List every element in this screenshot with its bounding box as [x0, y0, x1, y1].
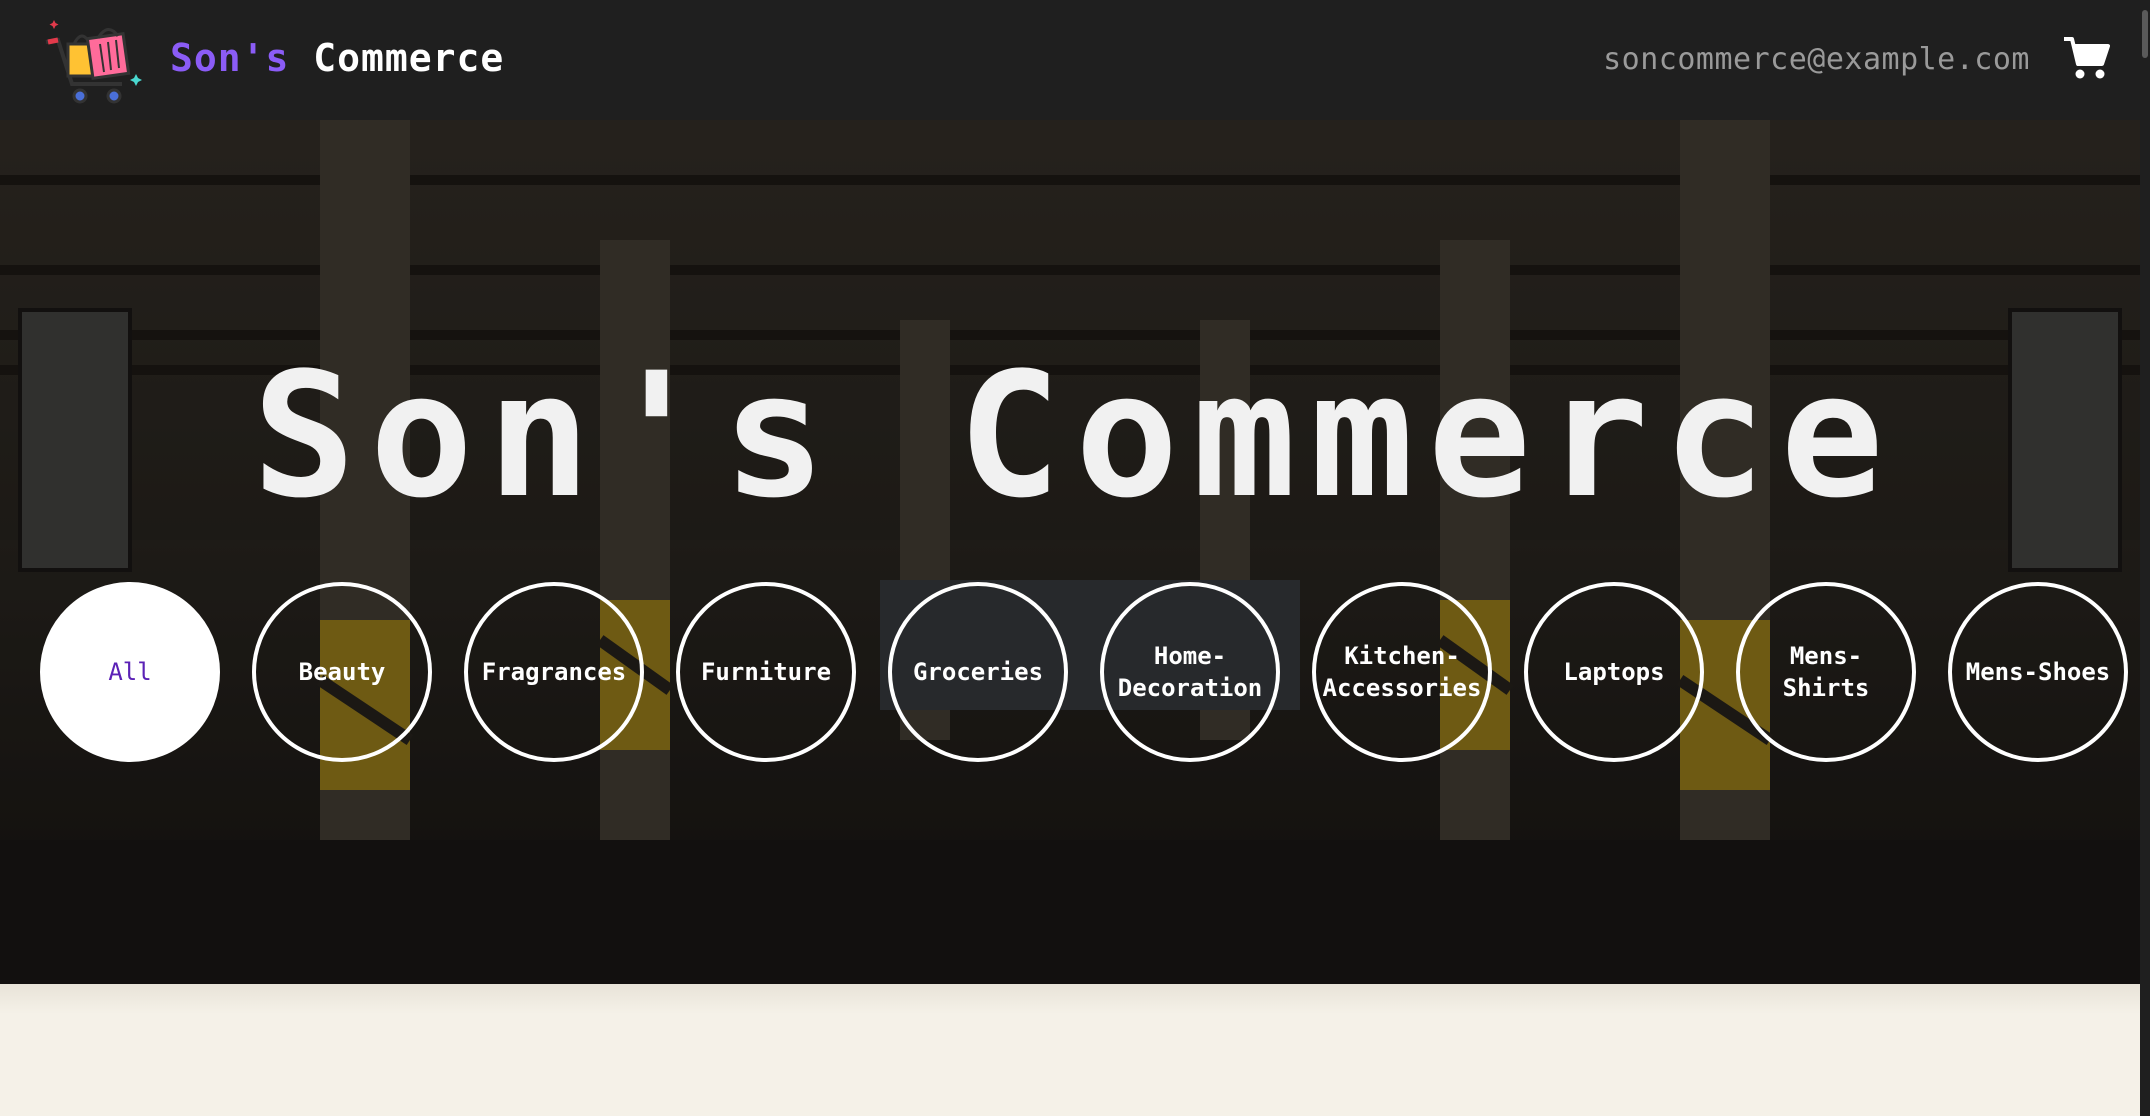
page-scrollbar[interactable]	[2140, 0, 2150, 1116]
category-fragrances-button[interactable]: Fragrances	[464, 582, 644, 762]
shopping-cart-icon[interactable]	[2064, 36, 2110, 80]
shopping-cart-logo-icon[interactable]	[44, 14, 144, 106]
hero-title: Son's Commerce	[252, 335, 1898, 536]
category-furniture-button[interactable]: Furniture	[676, 582, 856, 762]
category-kitchen-accessories-button[interactable]: Kitchen- Accessories	[1312, 582, 1492, 762]
contact-email: soncommerce@example.com	[1603, 42, 2030, 77]
content-area-top	[0, 984, 2150, 1014]
category-mens-shoes-button[interactable]: Mens-Shoes	[1948, 582, 2128, 762]
category-filter-list: All Beauty Fragrances Furniture Grocerie…	[40, 582, 2140, 762]
category-groceries-button[interactable]: Groceries	[888, 582, 1068, 762]
hero-dark-overlay	[0, 120, 2150, 984]
top-navbar: Son's Commerce soncommerce@example.com	[0, 0, 2150, 120]
category-all-button[interactable]: All	[40, 582, 220, 762]
category-laptops-button[interactable]: Laptops	[1524, 582, 1704, 762]
category-home-decoration-button[interactable]: Home- Decoration	[1100, 582, 1280, 762]
scrollbar-thumb[interactable]	[2142, 10, 2148, 58]
brand-name-first: Son's	[170, 36, 290, 80]
brand-name-second: Commerce	[313, 36, 505, 80]
category-beauty-button[interactable]: Beauty	[252, 582, 432, 762]
hero-banner: Son's Commerce All Beauty Fragrances Fur…	[0, 120, 2150, 984]
category-mens-shirts-button[interactable]: Mens- Shirts	[1736, 582, 1916, 762]
brand-name[interactable]: Son's Commerce	[170, 36, 504, 80]
